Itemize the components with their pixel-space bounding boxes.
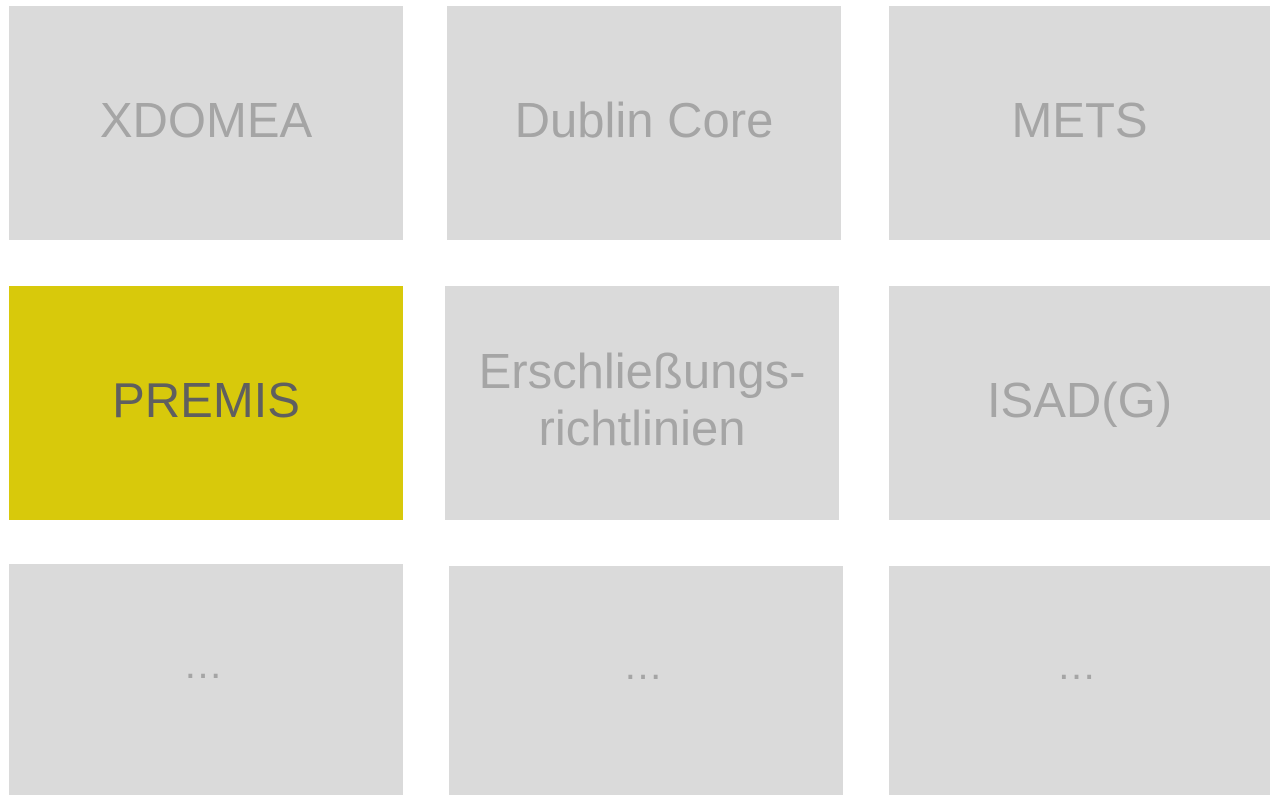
tile-erschliessungsrichtlinien[interactable]: Erschließungs- richtlinien bbox=[445, 286, 839, 520]
tile-label-line-1: Erschließungs- bbox=[478, 344, 806, 399]
tile-label: … bbox=[623, 643, 669, 688]
tile-xdomea[interactable]: XDOMEA bbox=[9, 6, 403, 240]
tile-premis[interactable]: PREMIS bbox=[9, 286, 403, 520]
tile-label: PREMIS bbox=[112, 374, 300, 428]
tile-label-line-2: richtlinien bbox=[538, 402, 746, 456]
tile-dublin-core[interactable]: Dublin Core bbox=[447, 6, 841, 240]
tile-more-3[interactable]: … bbox=[889, 566, 1270, 795]
tile-more-2[interactable]: … bbox=[449, 566, 843, 795]
tile-more-1[interactable]: … bbox=[9, 564, 403, 795]
tile-isadg[interactable]: ISAD(G) bbox=[889, 286, 1270, 520]
tile-label: Dublin Core bbox=[514, 93, 774, 148]
tile-label: Erschließungs- richtlinien bbox=[479, 344, 806, 459]
tile-label: ISAD(G) bbox=[986, 374, 1173, 428]
tile-label: … bbox=[1056, 643, 1103, 688]
tile-label: METS bbox=[1011, 93, 1148, 148]
tile-label: XDOMEA bbox=[99, 93, 313, 148]
tile-label: … bbox=[183, 642, 229, 687]
tile-mets[interactable]: METS bbox=[889, 6, 1270, 240]
